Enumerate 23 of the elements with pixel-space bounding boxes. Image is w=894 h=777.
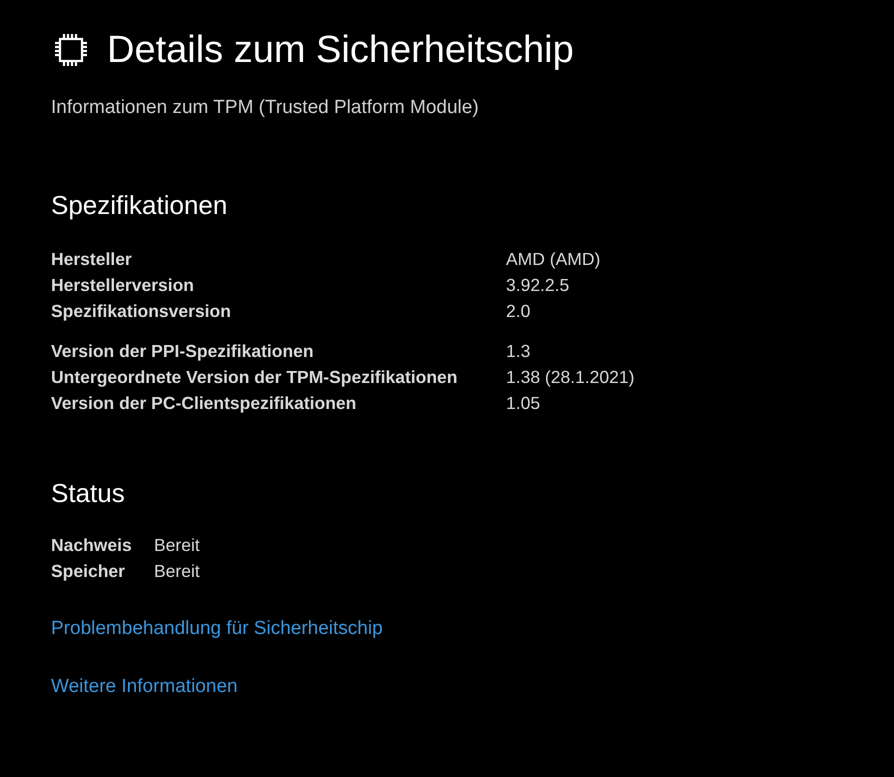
spec-label: Version der PPI-Spezifikationen	[51, 340, 315, 363]
spec-label: Hersteller	[51, 248, 133, 271]
status-label: Speicher	[51, 560, 126, 583]
spec-value: 2.0	[506, 300, 530, 323]
spec-value: 3.92.2.5	[506, 274, 570, 297]
spec-label: Untergeordnete Version der TPM-Spezifikationen	[51, 366, 458, 389]
chip-icon	[53, 32, 89, 68]
help-link[interactable]: Problembehandlung für Sicherheitschip	[51, 614, 383, 644]
spec-value: AMD (AMD)	[506, 248, 600, 271]
status-label: Nachweis	[51, 534, 133, 557]
status-value: Bereit	[154, 560, 200, 583]
spec-value: 1.38 (28.1.2021)	[506, 366, 634, 389]
spec-label: Spezifikationsversion	[51, 300, 232, 323]
section-heading: Spezifikationen	[51, 189, 228, 222]
spec-value: 1.3	[506, 340, 530, 363]
spec-value: 1.05	[506, 392, 540, 415]
help-link[interactable]: Weitere Informationen	[51, 672, 238, 702]
spec-label: Herstellerversion	[51, 274, 195, 297]
page-title: Details zum Sicherheitschip	[107, 28, 574, 73]
status-value: Bereit	[154, 534, 200, 557]
page-subtitle: Informationen zum TPM (Trusted Platform Module)	[51, 96, 480, 120]
spec-label: Version der PC-Clientspezifikationen	[51, 392, 358, 415]
section-heading: Status	[51, 477, 126, 510]
